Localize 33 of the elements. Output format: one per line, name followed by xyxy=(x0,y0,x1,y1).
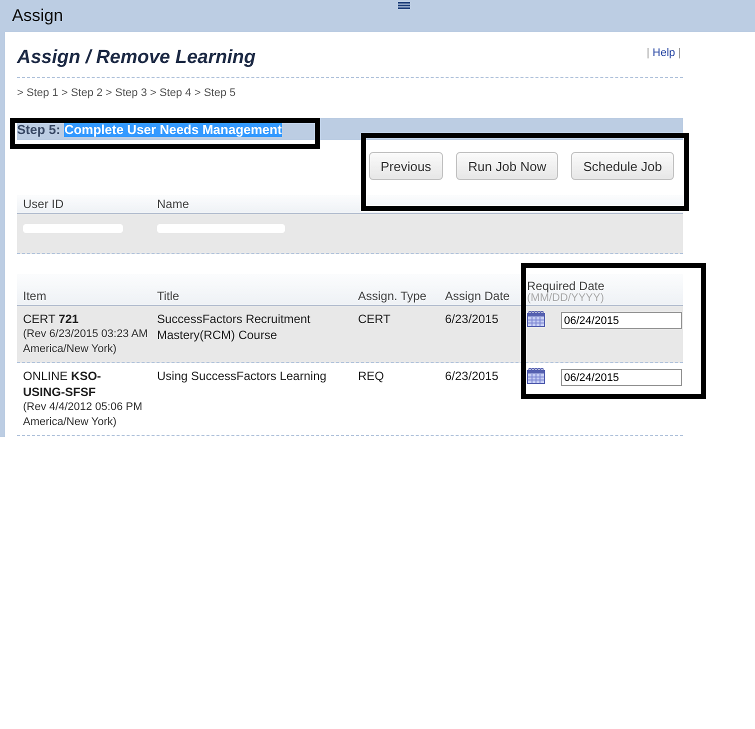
action-button[interactable]: Schedule Job xyxy=(571,152,674,180)
revision-text: (Rev 4/4/2012 05:06 PM America/New York) xyxy=(23,400,144,430)
item-name: CERT 721 xyxy=(23,311,80,327)
revision-text: (Rev 6/23/2015 03:23 AM America/New York) xyxy=(23,327,148,357)
column-header: Name xyxy=(157,197,190,213)
help-link[interactable]: Help xyxy=(652,47,676,59)
date-format-hint: (MM/DD/YYYY) xyxy=(527,293,605,304)
calendar-icon[interactable] xyxy=(527,311,545,327)
date-input-field[interactable]: 06/24/2015 xyxy=(561,312,682,329)
date-input-field[interactable]: 06/24/2015 xyxy=(561,369,682,386)
page-title: Assign / Remove Learning xyxy=(17,47,256,69)
assign-date-cell-text: 6/23/2015 xyxy=(445,311,500,327)
column-header: Assign. Type xyxy=(358,289,428,305)
title-cell-text: SuccessFactors Recruitment Mastery(RCM) Course xyxy=(157,311,312,343)
assign-date-cell-text: 6/23/2015 xyxy=(445,368,500,384)
column-header: User ID xyxy=(23,197,65,213)
column-header: Assign Date xyxy=(445,289,511,305)
action-button[interactable]: Run Job Now xyxy=(456,152,558,180)
breadcrumb: > Step 1 > Step 2 > Step 3 > Step 4 > Step 5 xyxy=(17,87,237,101)
menu-icon[interactable] xyxy=(398,2,410,9)
column-header: Item xyxy=(23,289,48,305)
assign-type-cell-text: REQ xyxy=(358,368,386,384)
column-header: Required Date xyxy=(527,280,606,293)
item-name: ONLINE KSO-USING-SFSF xyxy=(23,368,102,400)
separator-text: | xyxy=(678,47,681,59)
calendar-icon[interactable] xyxy=(527,368,545,384)
title-cell-text: Using SuccessFactors Learning xyxy=(157,368,328,384)
window-title: Assign xyxy=(12,6,64,26)
assign-type-cell-text: CERT xyxy=(358,311,392,327)
action-button[interactable]: Previous xyxy=(368,152,444,180)
separator-text: | xyxy=(646,47,650,59)
column-header: Title xyxy=(157,289,180,305)
step-label: Step 5: xyxy=(17,122,60,136)
